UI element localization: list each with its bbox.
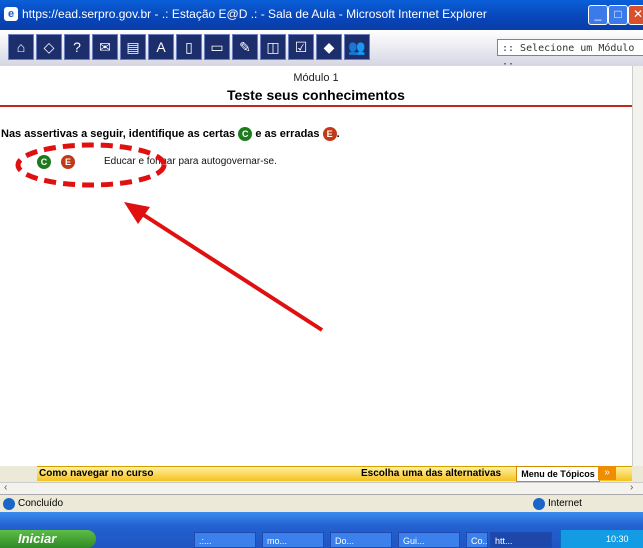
window-title: https://ead.serpro.gov.br - .: Estação E… — [22, 7, 487, 21]
mail-icon[interactable]: ✉ — [92, 34, 118, 60]
minimize-button[interactable]: _ — [588, 5, 608, 25]
annotation-overlay — [15, 142, 324, 332]
window-titlebar: e https://ead.serpro.gov.br - .: Estação… — [0, 0, 643, 30]
windows-taskbar: Iniciar .:... mo... Do... Gui... Co... h… — [0, 512, 643, 548]
how-to-navigate-link[interactable]: Como navegar no curso — [39, 467, 153, 481]
notes-icon[interactable]: ◫ — [260, 34, 286, 60]
ie-icon: e — [4, 7, 18, 21]
checklist-icon[interactable]: ☑ — [288, 34, 314, 60]
task-item[interactable]: .:... — [194, 532, 256, 548]
dashed-highlight-ellipse — [15, 142, 167, 188]
instructions-end: . — [336, 127, 340, 140]
module-select[interactable]: :: Selecione um Módulo :: — [497, 39, 643, 71]
group-icon[interactable]: 👥 — [344, 34, 370, 60]
bookmark-icon[interactable]: ◇ — [36, 34, 62, 60]
next-button[interactable]: » — [598, 466, 616, 480]
status-bar: Concluído Internet — [0, 494, 643, 513]
scroll-left-icon[interactable]: ‹ — [4, 482, 7, 493]
page-icon[interactable]: ▯ — [176, 34, 202, 60]
system-tray: 10:30 — [560, 530, 643, 548]
status-text: Concluído — [18, 498, 64, 509]
course-toolbar: ⌂ ◇ ? ✉ ▤ A ▯ ▭ ✎ ◫ ☑ ◆ 👥 :: Selecione u… — [0, 30, 643, 71]
zone-text: Internet — [548, 498, 582, 509]
task-item[interactable]: Do... — [330, 532, 392, 548]
page-icon-status — [3, 498, 15, 510]
edit-icon[interactable]: ✎ — [232, 34, 258, 60]
close-button[interactable]: ✕ — [628, 5, 643, 25]
task-item[interactable]: mo... — [262, 532, 324, 548]
help-icon[interactable]: ? — [64, 34, 90, 60]
glossary-icon[interactable]: A — [148, 34, 174, 60]
red-arrow-line — [134, 208, 324, 332]
topics-menu-button[interactable]: Menu de Tópicos — [516, 466, 600, 482]
home-icon[interactable]: ⌂ — [8, 34, 34, 60]
scroll-right-icon[interactable]: › — [630, 482, 633, 493]
clock: 10:30 — [606, 534, 629, 544]
start-button[interactable]: Iniciar — [0, 530, 96, 548]
task-item[interactable]: Gui... — [398, 532, 460, 548]
maximize-button[interactable]: □ — [608, 5, 628, 25]
library-icon[interactable]: ▭ — [204, 34, 230, 60]
forum-icon[interactable]: ◆ — [316, 34, 342, 60]
vertical-scrollbar[interactable] — [632, 66, 643, 466]
task-item-active[interactable]: htt... — [490, 532, 552, 548]
print-icon[interactable]: ▤ — [120, 34, 146, 60]
choose-alternative-text: Escolha uma das alternativas — [361, 468, 502, 479]
task-item[interactable]: Co... — [466, 532, 488, 548]
red-arrow-head — [124, 202, 150, 224]
internet-zone-icon — [533, 498, 545, 510]
